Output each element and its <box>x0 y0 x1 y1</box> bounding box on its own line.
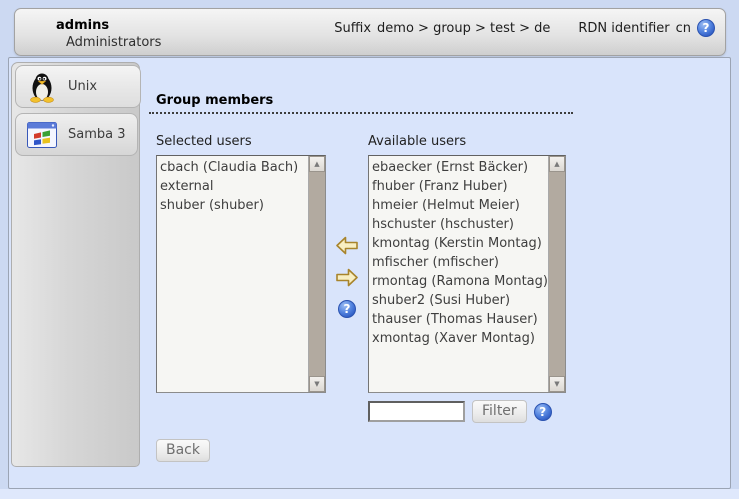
module-tab-sidebar: Unix Samba 3 <box>11 62 140 467</box>
list-item[interactable]: cbach (Claudia Bach) <box>157 158 308 177</box>
move-right-arrow-icon[interactable] <box>336 268 358 287</box>
available-users-items: ebaecker (Ernst Bäcker)fhuber (Franz Hub… <box>369 156 548 392</box>
list-item[interactable]: shuber (shuber) <box>157 196 308 215</box>
help-icon[interactable]: ? <box>338 300 356 318</box>
tab-samba3-label: Samba 3 <box>68 127 126 142</box>
list-item[interactable]: mfischer (mfischer) <box>369 253 548 272</box>
tab-unix[interactable]: Unix <box>15 65 141 108</box>
scrollbar-track[interactable] <box>549 172 565 376</box>
list-item[interactable]: kmontag (Kerstin Montag) <box>369 234 548 253</box>
suffix-label: Suffix <box>334 21 371 36</box>
suffix-value: demo > group > test > de <box>377 21 550 36</box>
scroll-down-icon[interactable]: ▼ <box>309 376 325 392</box>
available-users-listbox[interactable]: ebaecker (Ernst Bäcker)fhuber (Franz Hub… <box>368 155 566 393</box>
header-meta: Suffix demo > group > test > de RDN iden… <box>334 19 715 37</box>
back-button[interactable]: Back <box>156 439 210 462</box>
move-left-arrow-icon[interactable] <box>336 236 358 255</box>
list-item[interactable]: rmontag (Ramona Montag) <box>369 272 548 291</box>
available-users-label: Available users <box>368 134 466 149</box>
list-item[interactable]: fhuber (Franz Huber) <box>369 177 548 196</box>
section-divider <box>149 98 573 114</box>
selected-users-items: cbach (Claudia Bach)externalshuber (shub… <box>157 156 308 392</box>
available-users-scrollbar[interactable]: ▲ ▼ <box>548 156 565 392</box>
main-panel: Unix Samba 3 Group members Selected user… <box>8 57 731 489</box>
windows-icon <box>26 119 58 151</box>
selected-users-listbox[interactable]: cbach (Claudia Bach)externalshuber (shub… <box>156 155 326 393</box>
tux-icon <box>26 71 58 103</box>
rdn-identifier-label: RDN identifier <box>578 21 669 36</box>
tab-unix-label: Unix <box>68 79 97 94</box>
scroll-up-icon[interactable]: ▲ <box>309 156 325 172</box>
help-icon[interactable]: ? <box>534 403 552 421</box>
move-controls: ? <box>335 236 359 318</box>
list-item[interactable]: external <box>157 177 308 196</box>
filter-button[interactable]: Filter <box>472 400 527 423</box>
scroll-down-icon[interactable]: ▼ <box>549 376 565 392</box>
entry-description: Administrators <box>66 35 161 50</box>
page-header: admins Administrators Suffix demo > grou… <box>14 8 726 56</box>
help-icon[interactable]: ? <box>697 19 715 37</box>
list-item[interactable]: xmontag (Xaver Montag) <box>369 329 548 348</box>
list-item[interactable]: thauser (Thomas Hauser) <box>369 310 548 329</box>
filter-input[interactable] <box>368 401 465 422</box>
entry-name: admins <box>56 18 109 33</box>
footer-strip <box>0 489 739 499</box>
lam-group-edit-page: { "header": { "title": "admins", "subtit… <box>0 0 739 499</box>
scrollbar-track[interactable] <box>309 172 325 376</box>
list-item[interactable]: ebaecker (Ernst Bäcker) <box>369 158 548 177</box>
tab-samba3[interactable]: Samba 3 <box>15 113 138 156</box>
selected-users-scrollbar[interactable]: ▲ ▼ <box>308 156 325 392</box>
rdn-identifier-value: cn <box>676 21 691 36</box>
list-item[interactable]: hschuster (hschuster) <box>369 215 548 234</box>
list-item[interactable]: shuber2 (Susi Huber) <box>369 291 548 310</box>
filter-row: Filter ? <box>368 400 552 423</box>
list-item[interactable]: hmeier (Helmut Meier) <box>369 196 548 215</box>
scroll-up-icon[interactable]: ▲ <box>549 156 565 172</box>
selected-users-label: Selected users <box>156 134 252 149</box>
